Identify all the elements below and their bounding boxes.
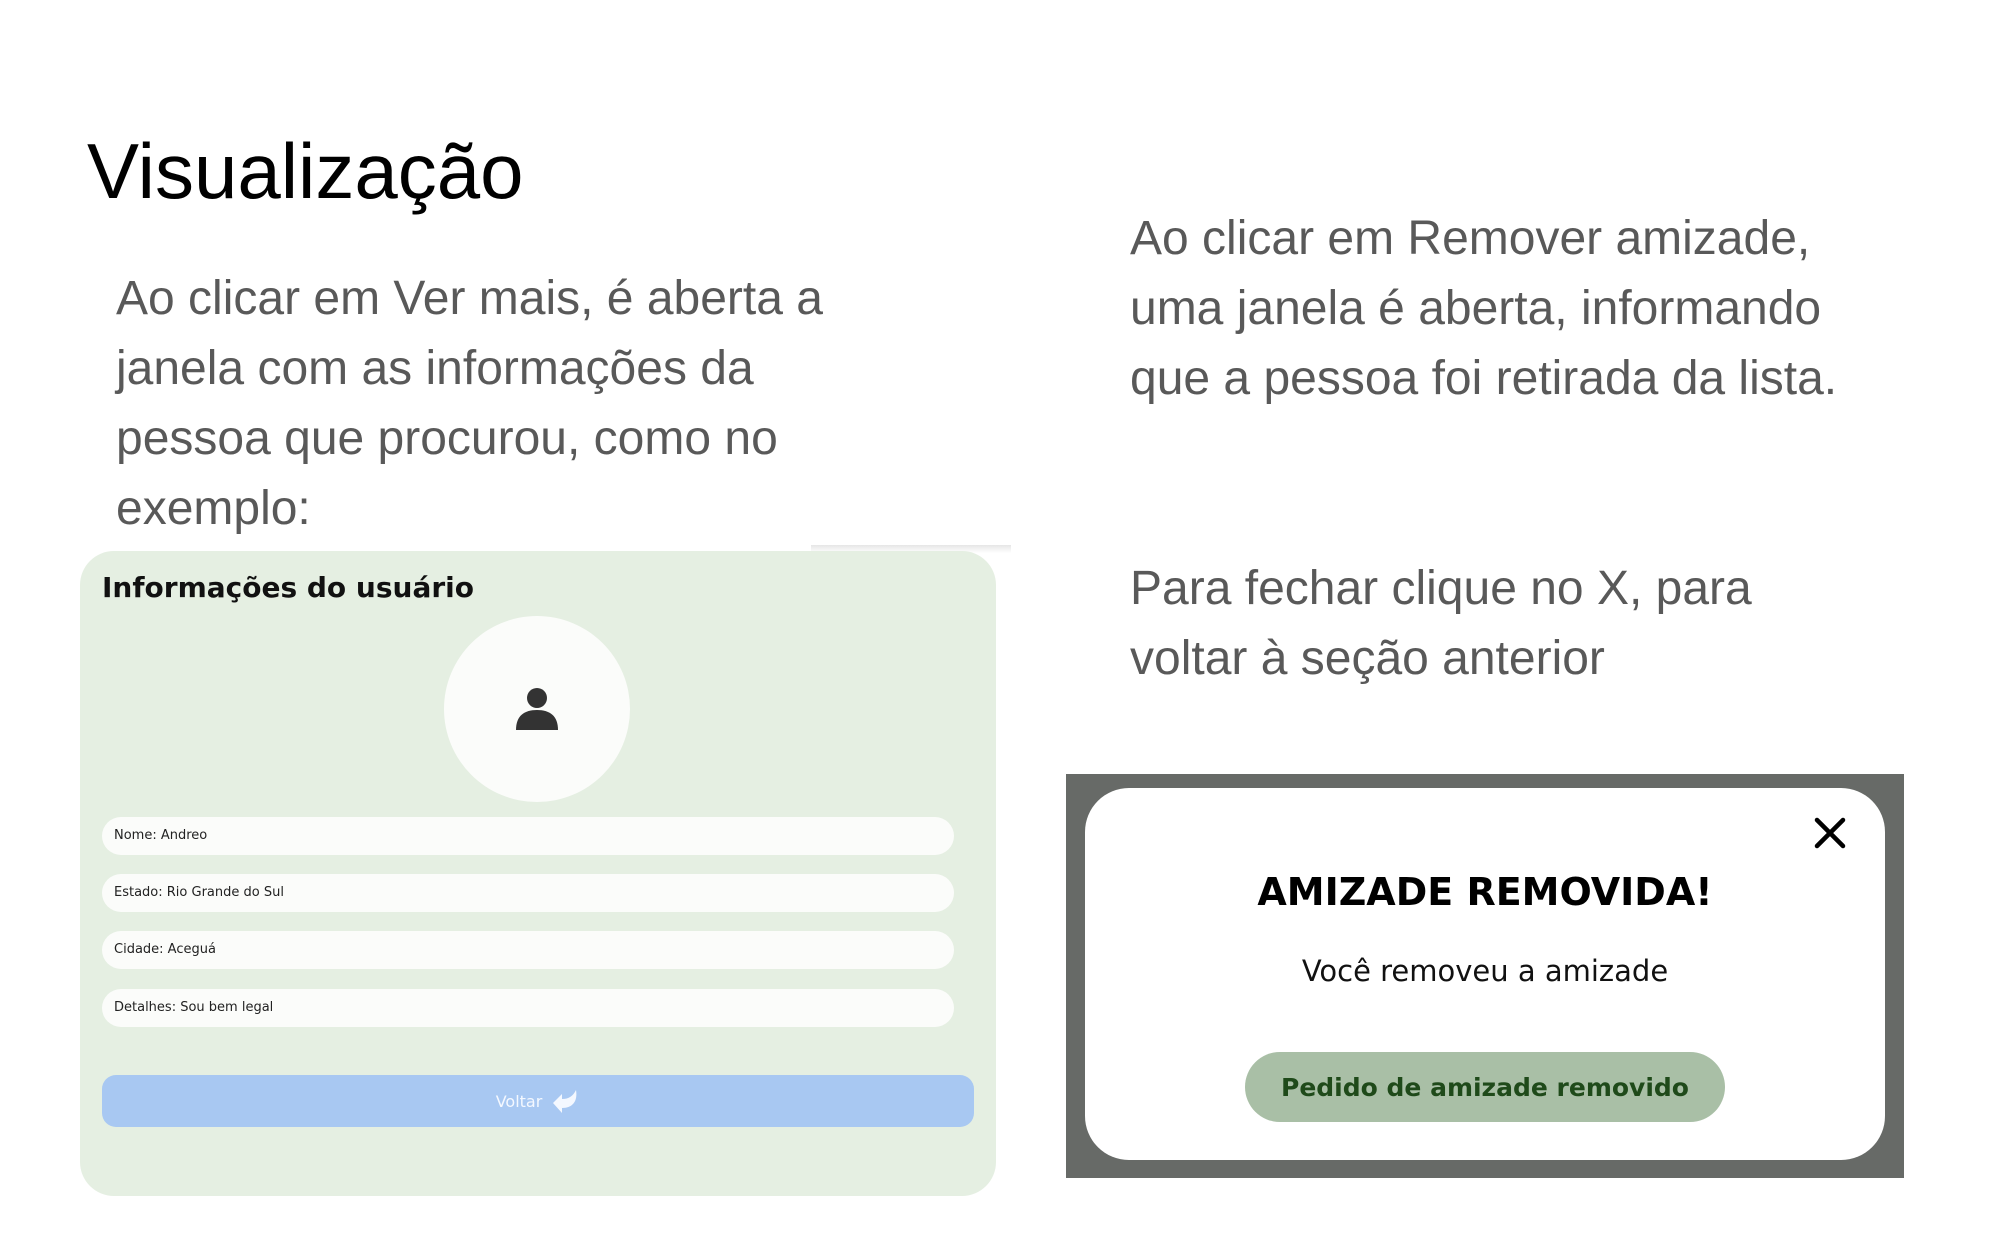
back-button-label: Voltar <box>495 1091 543 1111</box>
avatar <box>444 616 630 802</box>
right-description-remove: Ao clicar em Remover amizade, uma janela… <box>1130 212 1838 405</box>
details-field: Detalhes: Sou bem legal <box>102 989 954 1027</box>
dialog-title: AMIZADE REMOVIDA! <box>1257 870 1713 914</box>
dialog-message: Você removeu a amizade <box>1301 954 1669 988</box>
name-field: Nome: Andreo <box>102 817 954 855</box>
return-arrow-icon <box>553 1090 577 1113</box>
slide-title: Visualização <box>87 127 524 215</box>
user-info-card: Informações do usuário Nome: Andreo Esta… <box>80 551 996 1196</box>
user-info-screenshot: Informações do usuário Nome: Andreo Esta… <box>66 545 1012 1210</box>
close-icon <box>1814 817 1846 849</box>
back-button[interactable]: Voltar <box>102 1075 974 1127</box>
friend-request-removed-button[interactable]: Pedido de amizade removido <box>1245 1052 1725 1122</box>
user-icon <box>516 688 558 730</box>
state-field: Estado: Rio Grande do Sul <box>102 874 954 912</box>
city-field: Cidade: Aceguá <box>102 931 954 969</box>
user-info-title: Informações do usuário <box>102 571 474 604</box>
left-description: Ao clicar em Ver mais, é aberta a janela… <box>116 272 823 535</box>
friendship-removed-screenshot: AMIZADE REMOVIDA! Você removeu a amizade… <box>1066 774 1904 1178</box>
friendship-removed-dialog: AMIZADE REMOVIDA! Você removeu a amizade… <box>1085 788 1885 1160</box>
right-description-close: Para fechar clique no X, para voltar à s… <box>1130 562 1752 685</box>
close-button[interactable] <box>1810 813 1850 853</box>
